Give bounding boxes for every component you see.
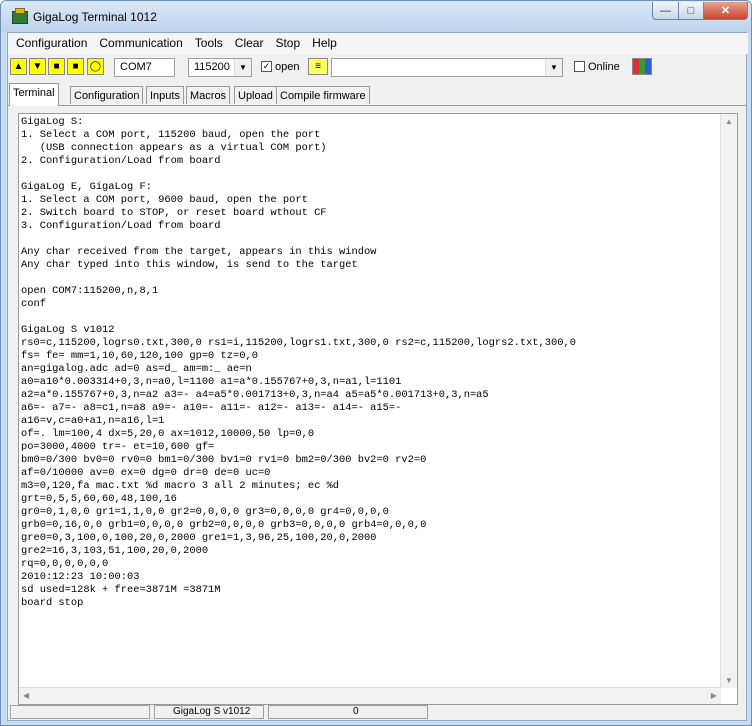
tab-inputs[interactable]: Inputs — [146, 86, 184, 104]
command-select[interactable]: ▼ — [331, 58, 563, 77]
arrow-down-button[interactable]: ▼ — [29, 58, 46, 75]
menu-stop[interactable]: Stop — [269, 33, 306, 54]
tab-compile-firmware[interactable]: Compile firmware — [276, 86, 370, 104]
window-title: GigaLog Terminal 1012 — [33, 10, 157, 24]
lightbulb-icon: ◯ — [89, 61, 102, 72]
menu-tools[interactable]: Tools — [189, 33, 229, 54]
open-checkbox[interactable]: ✓ — [261, 61, 272, 72]
com-port-field[interactable]: COM7 — [114, 58, 175, 77]
menu-communication[interactable]: Communication — [93, 33, 188, 54]
arrow-up-button[interactable]: ▲ — [10, 58, 27, 75]
status-bar: GigaLog S v1012 0 — [8, 704, 746, 720]
status-count: 0 — [268, 705, 428, 719]
maximize-button[interactable]: □ — [678, 2, 704, 20]
scroll-right-icon[interactable]: ▶ — [711, 691, 717, 700]
tab-macros[interactable]: Macros — [186, 86, 231, 104]
lightbulb-button[interactable]: ◯ — [87, 58, 104, 75]
chart-button[interactable] — [632, 58, 652, 75]
client-area: Configuration Communication Tools Clear … — [7, 32, 748, 721]
horizontal-scrollbar[interactable]: ◀ ▶ — [19, 687, 721, 704]
baud-select[interactable]: 115200 ▼ — [188, 58, 252, 77]
tab-upload[interactable]: Upload — [234, 86, 277, 104]
notes-icon: ≡ — [315, 61, 321, 72]
app-window: GigaLog Terminal 1012 — □ ✕ Configuratio… — [0, 0, 752, 726]
status-panel-empty — [10, 705, 150, 719]
tab-configuration[interactable]: Configuration — [70, 86, 144, 104]
online-label: Online — [588, 61, 620, 73]
tab-terminal[interactable]: Terminal — [9, 83, 59, 106]
arrow-down-icon: ▼ — [32, 61, 43, 72]
menu-help[interactable]: Help — [306, 33, 343, 54]
open-label: open — [275, 61, 300, 73]
title-bar[interactable]: GigaLog Terminal 1012 — □ ✕ — [1, 1, 751, 32]
status-device: GigaLog S v1012 — [154, 705, 264, 719]
menu-configuration[interactable]: Configuration — [10, 33, 93, 54]
app-icon — [12, 8, 28, 24]
online-checkbox[interactable] — [574, 61, 585, 72]
chevron-down-icon: ▼ — [234, 59, 251, 76]
maximize-icon: □ — [687, 4, 695, 17]
load-icon: ■ — [53, 61, 60, 72]
menu-clear[interactable]: Clear — [229, 33, 270, 54]
chevron-down-icon: ▼ — [545, 59, 562, 76]
menu-bar: Configuration Communication Tools Clear … — [8, 33, 748, 54]
terminal-panel[interactable]: GigaLog S: 1. Select a COM port, 115200 … — [18, 113, 738, 705]
close-button[interactable]: ✕ — [703, 2, 748, 20]
scroll-down-icon[interactable]: ▼ — [725, 676, 733, 685]
close-icon: ✕ — [720, 5, 731, 17]
load-button[interactable]: ■ — [48, 58, 65, 75]
checkmark-icon: ✓ — [262, 61, 271, 71]
minimize-button[interactable]: — — [652, 2, 679, 20]
arrow-up-icon: ▲ — [13, 61, 24, 72]
save-icon: ■ — [72, 61, 79, 72]
notes-button[interactable]: ≡ — [308, 58, 328, 75]
minimize-icon: — — [660, 4, 671, 17]
tab-strip: Terminal Configuration Inputs Macros Upl… — [8, 83, 746, 106]
baud-value: 115200 — [194, 61, 230, 73]
vertical-scrollbar[interactable]: ▲ ▼ — [720, 114, 737, 688]
toolbar: ▲ ▼ ■ ■ ◯ COM7 115200 ▼ ✓ open ≡ ▼ Onlin… — [8, 54, 746, 80]
scroll-left-icon[interactable]: ◀ — [23, 691, 29, 700]
scroll-up-icon[interactable]: ▲ — [725, 117, 733, 126]
terminal-output[interactable]: GigaLog S: 1. Select a COM port, 115200 … — [21, 116, 721, 686]
save-button[interactable]: ■ — [67, 58, 84, 75]
